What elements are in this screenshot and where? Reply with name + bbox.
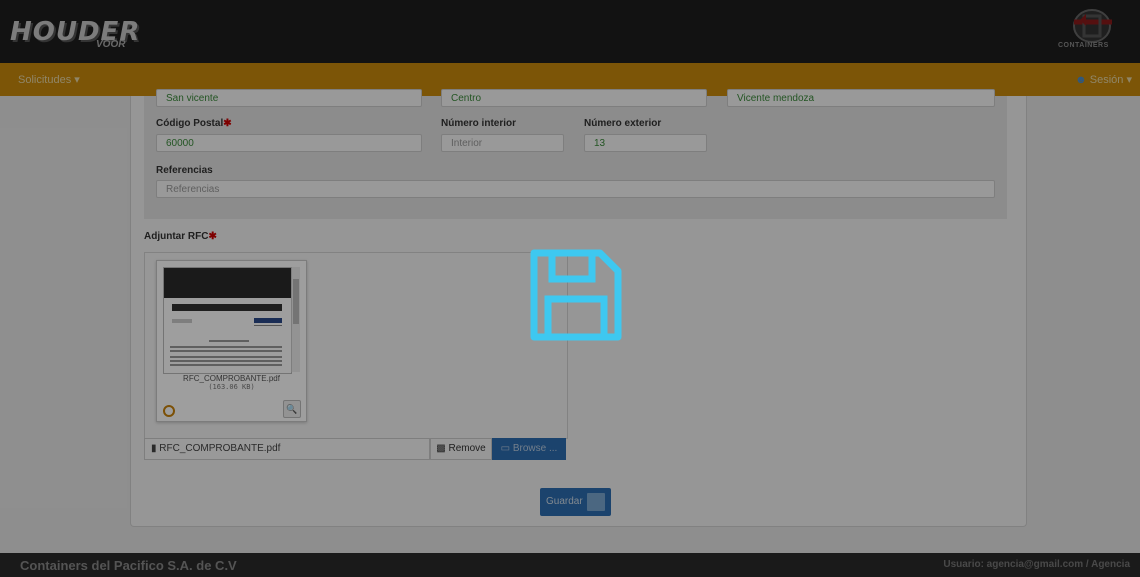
save-icon (528, 247, 624, 343)
